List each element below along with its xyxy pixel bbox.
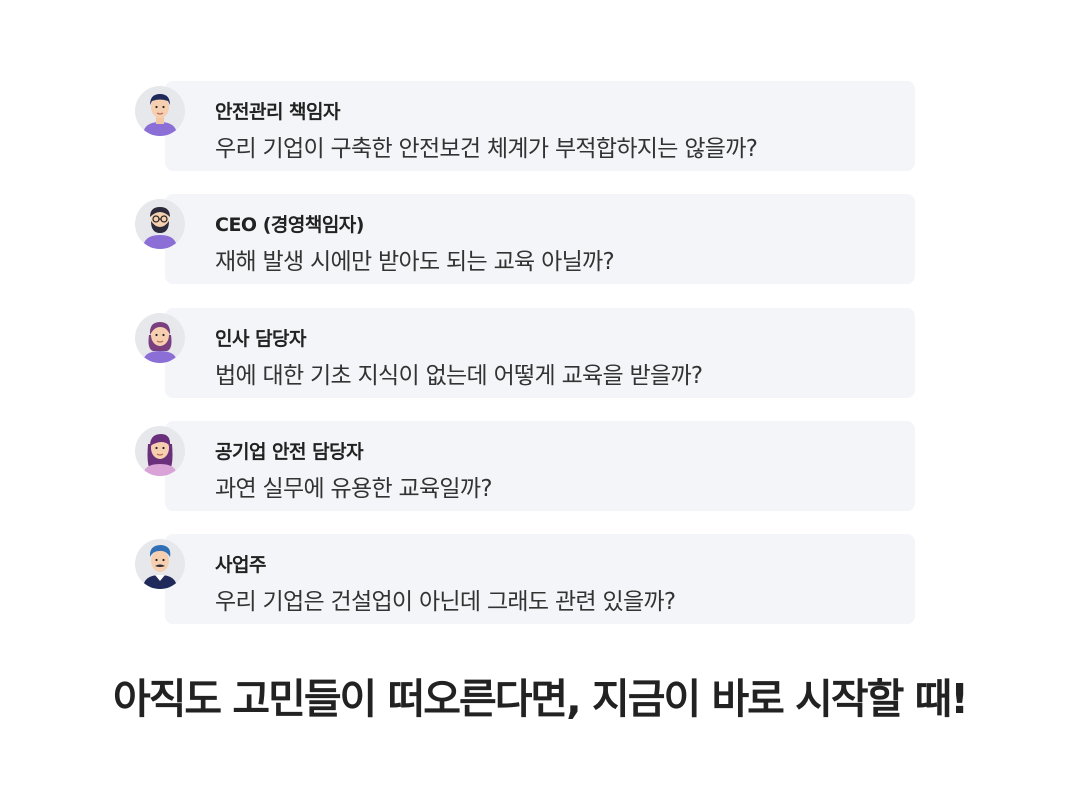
question-text: 우리 기업은 건설업이 아닌데 그래도 관련 있을까? — [215, 589, 676, 615]
question-text: 재해 발생 시에만 받아도 되는 교육 아닐까? — [215, 249, 615, 275]
question-card: 사업주 우리 기업은 건설업이 아닌데 그래도 관련 있을까? — [165, 534, 915, 624]
question-card: 안전관리 책임자 우리 기업이 구축한 안전보건 체계가 부적합하지는 않을까? — [165, 81, 915, 171]
headline: 아직도 고민들이 떠오른다면, 지금이 바로 시작할 때! — [112, 675, 969, 723]
man-bearded-glasses-avatar-icon — [135, 199, 185, 249]
role-label: 안전관리 책임자 — [215, 101, 340, 123]
role-label: 공기업 안전 담당자 — [215, 441, 364, 463]
role-label: 인사 담당자 — [215, 328, 307, 350]
woman-long-hair-avatar-icon — [135, 426, 185, 476]
role-label: CEO (경영책임자) — [215, 214, 364, 236]
question-card: 공기업 안전 담당자 과연 실무에 유용한 교육일까? — [165, 421, 915, 511]
question-text: 법에 대한 기초 지식이 없는데 어떻게 교육을 받을까? — [215, 363, 703, 389]
question-text: 과연 실무에 유용한 교육일까? — [215, 476, 493, 502]
question-card: 인사 담당자 법에 대한 기초 지식이 없는데 어떻게 교육을 받을까? — [165, 308, 915, 398]
question-text: 우리 기업이 구축한 안전보건 체계가 부적합하지는 않을까? — [215, 136, 758, 162]
role-label: 사업주 — [215, 554, 266, 576]
man-mustache-avatar-icon — [135, 539, 185, 589]
man-short-hair-avatar-icon — [135, 86, 185, 136]
woman-short-hair-avatar-icon — [135, 313, 185, 363]
question-card: CEO (경영책임자) 재해 발생 시에만 받아도 되는 교육 아닐까? — [165, 194, 915, 284]
